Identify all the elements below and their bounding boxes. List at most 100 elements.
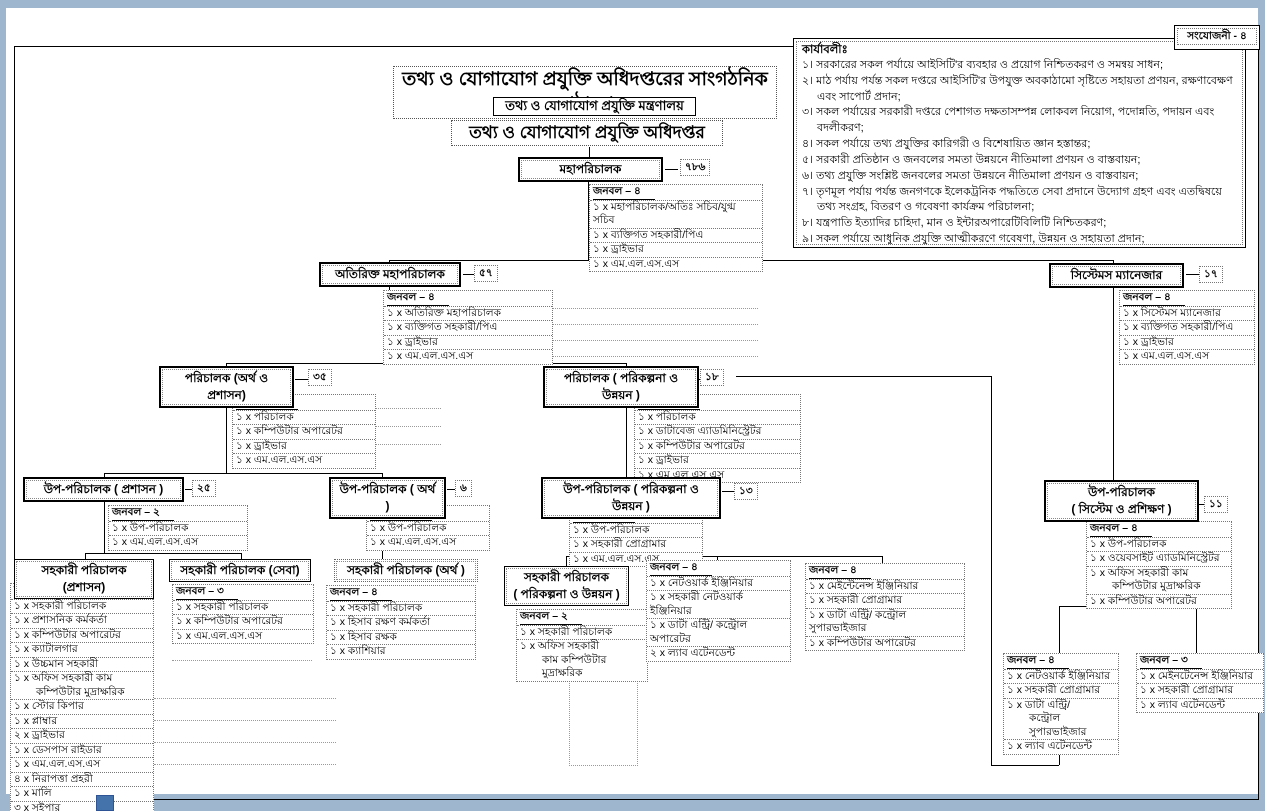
staff-item: ১ x কম্পিউটার অপারেটর (11, 629, 153, 644)
org-box-systems-manager: সিস্টেমস ম্যানেজার (1049, 263, 1184, 288)
staff-item: ৩ x সুইপার (11, 802, 153, 811)
staff-header: জনবল – ২ (517, 610, 647, 626)
staff-item: ৪ x নিরাপত্তা প্রহরী (11, 773, 153, 788)
org-box-assistant-director-admin: সহকারী পরিচালক (প্রশাসন) (14, 559, 154, 599)
connector-line (991, 376, 992, 765)
dotted-grid-artifact (551, 324, 758, 325)
staff-item: ১ x সহকারী পরিচালক (517, 626, 647, 641)
connector-line (991, 765, 1059, 766)
staff-item: ২ x ল্যাব এটেনডেন্ট (647, 647, 790, 661)
staff-list-lab-network-team: জনবল – ৪ ১ x নেটওয়ার্ক ইঞ্জিনিয়ার১ x স… (1003, 653, 1119, 755)
connector-line (566, 556, 567, 566)
dotted-grid-artifact (376, 444, 441, 445)
org-box-label: উপ-পরিচালক ( প্রশাসন ) (26, 480, 181, 499)
org-box-director-planning-dev: পরিচালক ( পরিকল্পনা ও উন্নয়ন ) (543, 366, 699, 408)
staff-item: ১ x সহকারী প্রোগ্রামার (570, 538, 702, 553)
staff-item: ১ x ড্রাইভার (384, 336, 552, 351)
functions-heading: কার্যাবলীঃ (802, 43, 1237, 58)
staff-item: ১ x উচ্চমান সহকারী (11, 658, 153, 673)
dotted-grid-artifact (551, 308, 758, 309)
org-box-label: পরিচালক ( পরিকল্পনা ও উন্নয়ন ) (546, 369, 696, 405)
staff-item: ১ x ক্যাশিয়ার (327, 645, 475, 659)
staff-item: ১ x এম.এল.এস.এস (109, 536, 247, 550)
org-box-label: পরিচালক (অর্থ ও প্রশাসন) (162, 369, 291, 405)
dotted-grid-artifact (154, 742, 336, 743)
dotted-grid-artifact (551, 340, 758, 341)
staff-item: ১ x ওয়েবসাইট এ্যাডমিনিস্ট্রেটর (1087, 552, 1231, 567)
staff-item: ১ x ডাটা এন্ট্রি/ কন্ট্রোল সুপারভাইজার (806, 609, 964, 637)
staff-item: ১ x অতিরিক্ত মহাপরিচালক (384, 307, 552, 322)
staff-list-assistant-director-finance: জনবল – ৪ ১ x সহকারী পরিচালক১ x হিসাব রক্… (326, 585, 476, 660)
staff-item: ১ x ড্রাইভার (1120, 336, 1254, 351)
org-box-label: অতিরিক্ত মহাপরিচালক (322, 265, 458, 284)
staff-list-assistant-director-planning-dev: জনবল – ২ ১ x সহকারী পরিচালক১ x অফিস সহকা… (516, 609, 648, 682)
org-box-assistant-director-service: সহকারী পরিচালক (সেবা) (169, 559, 311, 582)
function-item: ৫। সরকারী প্রতিষ্ঠান ও জনবলের সমতা উন্নয… (802, 153, 1237, 169)
org-box-additional-dg: অতিরিক্ত মহাপরিচালক (319, 262, 461, 287)
staff-item: ১ x এম.এল.এস.এস (384, 350, 552, 364)
staff-item: ১ x কম্পিউটার অপারেটর (635, 440, 800, 455)
dotted-grid-artifact (376, 426, 441, 427)
staff-item: ১ x উপ-পরিচালক (570, 524, 702, 539)
staff-item: ১ x কম্পিউটার অপারেটর (806, 637, 964, 651)
staff-item: ১ x মেইন্টেনেন্স ইঞ্জিনিয়ার (806, 580, 964, 595)
staff-item: ১ x সহকারী পরিচালক (327, 602, 475, 617)
staff-item: ১ x অফিস সহকারী কামকম্পিউটার মুদ্রাক্ষরি… (11, 672, 153, 700)
headcount-dash (185, 489, 192, 490)
ministry-title: তথ্য ও যোগাযোগ প্রযুক্তি মন্ত্রণালয় (493, 97, 696, 116)
connector-line (85, 553, 241, 554)
staff-list-dg: জনবল – ৪ ১ x মহাপরিচালক/অতিঃ সচিব/যুগ্ম … (589, 184, 763, 272)
staff-item: ১ x এম.এল.এস.এস (173, 630, 313, 644)
staff-item: ১ x ব্যক্তিগত সহকারী/পিএ (384, 321, 552, 336)
function-item: ৭। তৃণমূল পর্যায় পর্যন্ত জনগণকে ইলেকট্র… (802, 185, 1237, 217)
headcount-dash (665, 169, 678, 170)
connector-line (1113, 285, 1114, 481)
staff-item: ১ x ড্রাইভার (635, 454, 800, 469)
staff-item: ১ x সহকারী পরিচালক (173, 601, 313, 616)
org-box-deputy-director-finance: উপ-পরিচালক ( অর্থ ) (329, 477, 446, 519)
annexure-tab: সংযোজনী - ৪ (1174, 25, 1260, 50)
staff-item: ১ x উপ-পরিচালক (1087, 538, 1231, 553)
staff-item: ১ x নেটওয়ার্ক ইঞ্জিনিয়ার (647, 577, 790, 592)
org-box-assistant-director-planning-dev: সহকারী পরিচালক ( পরিকল্পনা ও উন্নয়ন ) (504, 566, 629, 606)
staff-item: ১ x কম্পিউটার অপারেটর (1087, 595, 1231, 609)
staff-header: জনবল – ৪ (590, 185, 762, 201)
org-box-label: সহকারী পরিচালক (অর্থ ) (336, 561, 476, 580)
connector-line (104, 501, 105, 553)
staff-item: ২ x ড্রাইভার (11, 729, 153, 744)
headcount-dash (447, 489, 455, 490)
org-box-label: সহকারী পরিচালক (সেবা) (171, 561, 309, 580)
staff-list-assistant-director-service: জনবল – ৩ ১ x সহকারী পরিচালক১ x কম্পিউটার… (172, 584, 314, 644)
staff-item: ১ x ব্যক্তিগত সহকারী/পিএ (1120, 321, 1254, 336)
staff-header: জনবল – ৪ (806, 564, 964, 580)
staff-item: ১ x ডাটা এন্ট্রি/ কন্ট্রোল অপারেটর (647, 619, 790, 647)
functions-list: ১। সরকারের সকল পর্যায়ে আইসিটি'র ব্যবহার… (802, 58, 1237, 245)
function-item: ৬। তথ্য প্রযুক্তি সংশ্লিষ্ট জনবলের সমতা … (802, 169, 1237, 185)
bottom-left-blue-square (96, 795, 114, 811)
staff-header: জনবল – ৪ (327, 586, 475, 602)
headcount-deputy-director-planning-dev: ১৩ (734, 483, 758, 500)
org-box-label: সহকারী পরিচালক (প্রশাসন) (16, 561, 152, 597)
dotted-grid-artifact (154, 720, 336, 721)
staff-item: ১ x পরিচালক (233, 411, 375, 426)
dotted-grid-artifact (154, 698, 336, 699)
staff-item: ১ x নেটওয়ার্ক ইঞ্জিনিয়ার (1004, 670, 1118, 685)
headcount-director-finance-admin: ৩৫ (308, 369, 332, 386)
staff-item: ১ x স্টোর কিপার (11, 700, 153, 715)
staff-item: ১ x মেইনটেনেন্স ইঞ্জিনিয়ার (1137, 670, 1263, 685)
headcount-dg: ৭৮৬ (680, 159, 710, 176)
document-page: সংযোজনী - ৪ কার্যাবলীঃ ১। সরকারের সকল পর… (6, 8, 1258, 794)
staff-item: ১ x ক্যাটালগার (11, 643, 153, 658)
department-title: তথ্য ও যোগাযোগ প্রযুক্তি অধিদপ্তর (451, 120, 723, 146)
org-box-label: উপ-পরিচালক ( সিস্টেম ও প্রশিক্ষণ ) (1047, 483, 1196, 519)
staff-list-lab-maintenance-team: জনবল – ৩ ১ x মেইনটেনেন্স ইঞ্জিনিয়ার১ x … (1136, 653, 1264, 713)
app-canvas: সংযোজনী - ৪ কার্যাবলীঃ ১। সরকারের সকল পর… (0, 0, 1265, 811)
dotted-grid-artifact (551, 356, 758, 357)
headcount-dash (722, 491, 734, 492)
staff-list-assistant-director-admin: জনবল – ২০ ১ x সহকারী পরিচালক১ x প্রশাসনি… (10, 583, 154, 811)
staff-list-maintenance-team: জনবল – ৪ ১ x মেইন্টেনেন্স ইঞ্জিনিয়ার ১ x… (805, 563, 965, 651)
staff-item: ১ x পরিচালক (635, 411, 800, 426)
staff-item: ১ x ল্যাব এটেনডেন্ট (1137, 699, 1263, 713)
staff-item: ১ x ডাটা এন্ট্রি/কন্ট্রোল সুপারভাইজার (1004, 699, 1118, 741)
staff-item: ১ x মালি (11, 787, 153, 802)
